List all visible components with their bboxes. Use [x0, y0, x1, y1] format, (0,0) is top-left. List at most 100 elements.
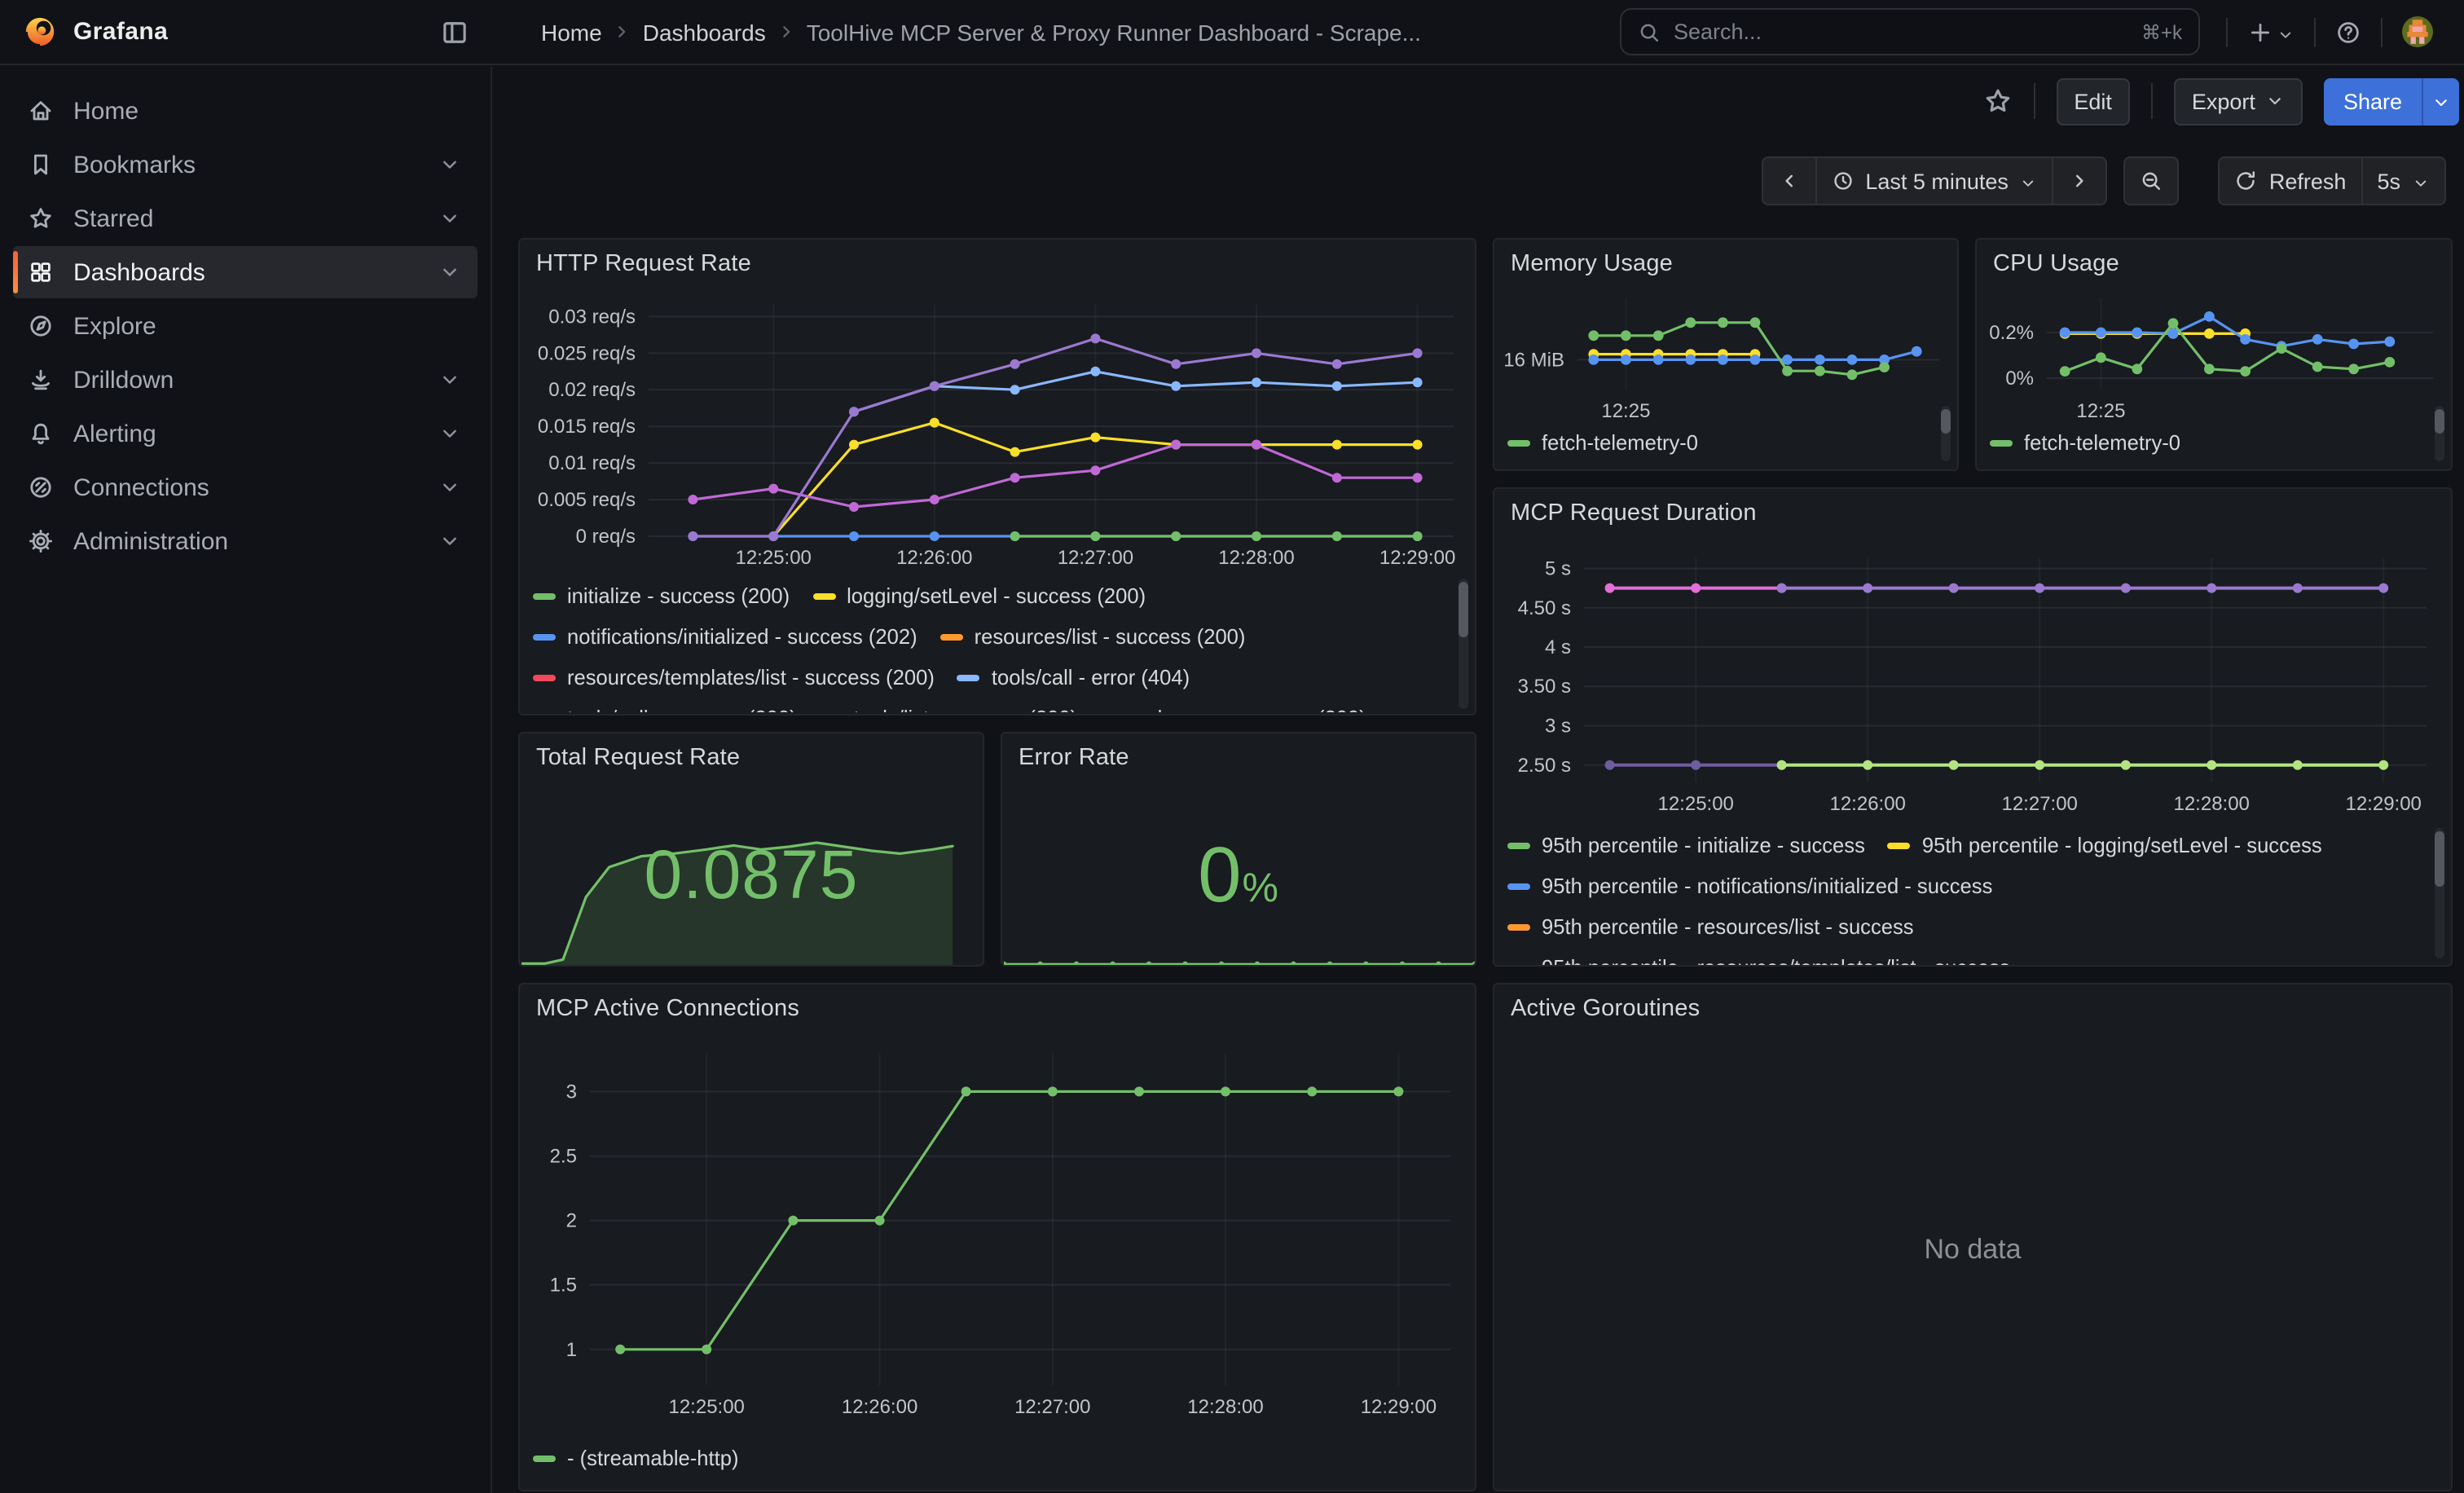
- legend-scrollbar[interactable]: [2435, 406, 2444, 461]
- sidebar-item-starred[interactable]: Starred: [13, 192, 477, 244]
- svg-text:3: 3: [566, 1081, 577, 1103]
- breadcrumb-home[interactable]: Home: [541, 19, 602, 45]
- legend-item[interactable]: 95th percentile - notifications/initiali…: [1507, 865, 1992, 906]
- search-field[interactable]: [1674, 20, 2128, 44]
- sidebar-item-label: Dashboards: [73, 258, 205, 286]
- svg-text:1: 1: [566, 1339, 577, 1361]
- chevron-down-icon: [438, 530, 461, 553]
- add-button[interactable]: [2247, 19, 2295, 45]
- legend-item[interactable]: 95th percentile - initialize - success: [1507, 825, 1865, 865]
- svg-text:5 s: 5 s: [1545, 558, 1571, 580]
- sidebar: HomeBookmarksStarred Dashboards ExploreDri…: [0, 67, 492, 1493]
- svg-text:12:25:00: 12:25:00: [668, 1396, 744, 1418]
- refresh-button[interactable]: Refresh: [2220, 158, 2361, 204]
- search-input[interactable]: ⌘+k: [1620, 8, 2200, 55]
- panel-error-rate: Error Rate 0%: [1001, 732, 1476, 967]
- help-button[interactable]: [2335, 19, 2361, 45]
- panel-title: Active Goroutines: [1494, 984, 2451, 1022]
- legend-item[interactable]: - (streamable-http): [533, 1438, 739, 1478]
- sidebar-item-dashboards[interactable]: Dashboards: [13, 246, 477, 298]
- avatar[interactable]: [2402, 16, 2433, 47]
- chevron-down-icon: [438, 207, 461, 230]
- no-data-message: No data: [1494, 1234, 2451, 1266]
- sidebar-item-alerting[interactable]: Alerting: [13, 407, 477, 460]
- sidebar-item-connections[interactable]: Connections: [13, 461, 477, 513]
- chevron-right-icon: [612, 21, 633, 42]
- sidebar-item-administration[interactable]: Administration: [13, 515, 477, 567]
- time-range-picker[interactable]: Last 5 minutes: [1815, 158, 2053, 204]
- panel-mcp-active-connections: MCP Active Connections 11.522.5312:25:00…: [518, 983, 1476, 1491]
- svg-text:0.025 req/s: 0.025 req/s: [538, 342, 636, 364]
- top-bar: Grafana Home Dashboards ToolHive MCP Ser…: [0, 0, 2464, 65]
- sidebar-item-home[interactable]: Home: [13, 85, 477, 137]
- legend-item[interactable]: unknown - success (200): [1100, 698, 1366, 712]
- grafana-logo-icon: [23, 15, 57, 49]
- svg-text:12:25: 12:25: [1601, 400, 1650, 422]
- chevron-down-icon: [438, 153, 461, 176]
- edit-button[interactable]: Edit: [2056, 77, 2130, 125]
- sidebar-item-explore[interactable]: Explore: [13, 300, 477, 352]
- legend-item[interactable]: tools/call - success (200): [533, 698, 797, 712]
- refresh-interval-picker[interactable]: 5s: [2361, 158, 2444, 204]
- dashboard-toolbar: Edit Export Share: [1982, 77, 2459, 126]
- svg-text:2: 2: [566, 1210, 577, 1232]
- legend-item[interactable]: 95th percentile - resources/templates/li…: [1507, 947, 2010, 967]
- panel-title: MCP Request Duration: [1494, 489, 2451, 526]
- chevron-down-icon: [2431, 91, 2451, 111]
- dock-menu-icon[interactable]: [440, 17, 469, 46]
- legend-item[interactable]: initialize - success (200): [533, 575, 790, 616]
- panel-title: Memory Usage: [1494, 240, 1957, 277]
- sidebar-nav: HomeBookmarksStarred Dashboards ExploreDri…: [0, 85, 491, 567]
- legend-item[interactable]: 95th percentile - logging/setLevel - suc…: [1888, 825, 2322, 865]
- chart-legend: 95th percentile - initialize - success95…: [1507, 825, 2428, 967]
- sidebar-item-label: Connections: [73, 473, 209, 501]
- breadcrumb: Home Dashboards ToolHive MCP Server & Pr…: [541, 19, 1421, 45]
- svg-text:0.015 req/s: 0.015 req/s: [538, 416, 636, 438]
- legend-scrollbar[interactable]: [2435, 828, 2444, 958]
- time-forward-button[interactable]: [2053, 158, 2106, 204]
- brand-label: Grafana: [73, 18, 424, 46]
- chevron-down-icon: [438, 368, 461, 391]
- svg-text:4.50 s: 4.50 s: [1518, 597, 1571, 619]
- legend-item[interactable]: logging/setLevel - success (200): [812, 575, 1146, 616]
- legend-item[interactable]: resources/list - success (200): [940, 616, 1246, 657]
- zoom-out-icon: [2141, 170, 2163, 192]
- zoom-out-button[interactable]: [2126, 158, 2178, 204]
- legend-item[interactable]: fetch-telemetry-0: [1507, 422, 1698, 463]
- legend-item[interactable]: resources/templates/list - success (200): [533, 657, 935, 698]
- svg-text:12:28:00: 12:28:00: [1218, 547, 1294, 569]
- legend-item[interactable]: notifications/initialized - success (202…: [533, 616, 917, 657]
- legend-item[interactable]: fetch-telemetry-0: [1990, 422, 2180, 463]
- time-back-button[interactable]: [1762, 158, 1815, 204]
- svg-text:0%: 0%: [2005, 368, 2034, 390]
- svg-text:3 s: 3 s: [1545, 716, 1571, 738]
- legend-scrollbar[interactable]: [1941, 406, 1951, 461]
- breadcrumb-dashboards[interactable]: Dashboards: [643, 19, 766, 45]
- sidebar-item-label: Administration: [73, 527, 228, 555]
- share-menu-button[interactable]: [2422, 77, 2459, 125]
- svg-text:0.02 req/s: 0.02 req/s: [548, 379, 636, 401]
- legend-item[interactable]: tools/call - error (404): [957, 657, 1190, 698]
- svg-text:12:29:00: 12:29:00: [1361, 1396, 1437, 1418]
- mcp-request-duration-chart: 2.50 s3 s3.50 s4 s4.50 s5 s12:25:0012:26…: [1499, 538, 2446, 825]
- legend-item[interactable]: tools/list - success (200): [820, 698, 1078, 712]
- chevron-down-icon: [438, 422, 461, 445]
- panel-active-goroutines: Active Goroutines No data: [1493, 983, 2453, 1491]
- plug-icon: [28, 474, 54, 500]
- sidebar-item-bookmarks[interactable]: Bookmarks: [13, 139, 477, 191]
- export-button[interactable]: Export: [2174, 77, 2303, 125]
- legend-item[interactable]: 95th percentile - resources/list - succe…: [1507, 906, 1914, 947]
- legend-scrollbar[interactable]: [1459, 579, 1468, 709]
- time-range-label: Last 5 minutes: [1865, 169, 2009, 193]
- svg-text:16 MiB: 16 MiB: [1503, 349, 1564, 371]
- panel-memory-usage: Memory Usage 16 MiB 12:25 fetch-telemetry…: [1493, 238, 1959, 471]
- favorite-star-icon[interactable]: [1982, 86, 2012, 116]
- share-button[interactable]: Share: [2324, 77, 2422, 125]
- chevron-right-icon: [776, 21, 797, 42]
- panel-mcp-request-duration: MCP Request Duration 2.50 s3 s3.50 s4 s4…: [1493, 487, 2453, 967]
- brand: Grafana: [0, 15, 492, 49]
- memory-usage-chart: 16 MiB 12:25: [1499, 282, 1952, 422]
- sidebar-item-drilldown[interactable]: Drilldown: [13, 354, 477, 406]
- svg-text:4 s: 4 s: [1545, 636, 1571, 658]
- panel-cpu-usage: CPU Usage 0.2%0%12:25 fetch-telemetry-0: [1975, 238, 2453, 471]
